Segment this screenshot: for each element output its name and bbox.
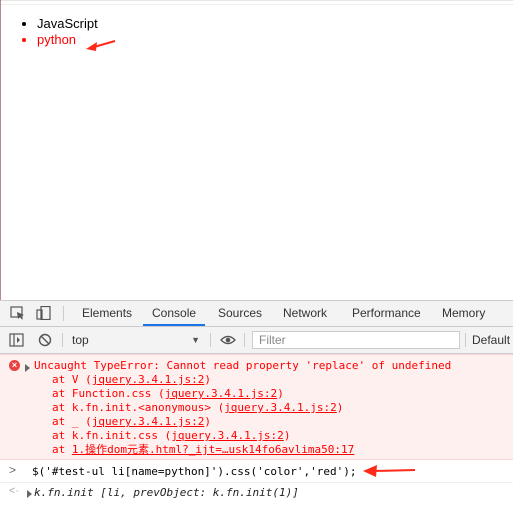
top-accent	[0, 1, 513, 5]
stack-frame-text: at k.fn.init.css (	[52, 429, 172, 442]
stack-frame-suffix: )	[283, 429, 291, 442]
console-result[interactable]: k.fn.init [li, prevObject: k.fn.init(1)]	[34, 486, 299, 500]
tab-separator	[63, 306, 64, 321]
stack-frame-link[interactable]: jquery.3.4.1.js:2	[171, 429, 284, 442]
console-output: × Uncaught TypeError: Cannot read proper…	[0, 354, 513, 506]
filter-input[interactable]: Filter	[252, 331, 460, 349]
tab-memory[interactable]: Memory	[442, 301, 485, 326]
stack-frame-link[interactable]: 1.操作dom元素.html?_ijt=…usk14fo6avlima50:17	[72, 443, 354, 456]
stack-frame: at Function.css (jquery.3.4.1.js:2)	[52, 387, 284, 401]
expand-triangle-icon[interactable]	[27, 490, 32, 498]
console-toolbar: top ▼ Filter Default	[0, 327, 513, 354]
toolbar-separator	[244, 333, 245, 347]
page-content: JavaScript python	[0, 16, 513, 298]
stack-frame-link[interactable]: jquery.3.4.1.js:2	[165, 387, 278, 400]
stack-frame-link[interactable]: jquery.3.4.1.js:2	[92, 415, 205, 428]
stack-frame-link[interactable]: jquery.3.4.1.js:2	[92, 373, 205, 386]
console-result-row: <· k.fn.init [li, prevObject: k.fn.init(…	[0, 483, 513, 503]
error-icon: ×	[9, 360, 20, 371]
error-message-block: × Uncaught TypeError: Cannot read proper…	[0, 354, 513, 460]
stack-frame: at 1.操作dom元素.html?_ijt=…usk14fo6avlima50…	[52, 443, 354, 457]
prompt-chevron-icon: >	[9, 463, 17, 477]
stack-frame-text: at Function.css (	[52, 387, 165, 400]
tab-performance[interactable]: Performance	[352, 301, 421, 326]
tab-sources[interactable]: Sources	[218, 301, 262, 326]
toolbar-separator	[210, 333, 211, 347]
tab-console[interactable]: Console	[143, 301, 206, 326]
toolbar-separator	[465, 333, 466, 347]
devtools-panel: Elements Console Sources Network Perform…	[0, 300, 513, 506]
expand-triangle-icon[interactable]	[25, 364, 30, 372]
stack-frame: at k.fn.init.css (jquery.3.4.1.js:2)	[52, 429, 290, 443]
clear-console-icon[interactable]	[38, 333, 54, 347]
tab-elements[interactable]: Elements	[82, 301, 132, 326]
stack-frame-text: at k.fn.init.<anonymous> (	[52, 401, 225, 414]
stack-frame-suffix: )	[204, 373, 211, 386]
sidebar-toggle-icon[interactable]	[9, 333, 25, 347]
stack-frame: at _ (jquery.3.4.1.js:2)	[52, 415, 211, 429]
chevron-down-icon: ▼	[191, 335, 200, 345]
error-message: Uncaught TypeError: Cannot read property…	[34, 359, 452, 372]
stack-frame-text: at	[52, 443, 72, 456]
log-levels-select[interactable]: Default	[472, 331, 510, 349]
console-command-row: > $('#test-ul li[name=python]').css('col…	[0, 460, 513, 483]
context-value: top	[72, 333, 89, 347]
device-toolbar-icon[interactable]	[36, 306, 52, 320]
stack-frame: at k.fn.init.<anonymous> (jquery.3.4.1.j…	[52, 401, 343, 415]
eye-icon[interactable]	[220, 333, 236, 347]
result-arrow-icon: <·	[9, 485, 20, 497]
toolbar-separator	[62, 333, 63, 347]
stack-frame-suffix: )	[204, 415, 211, 428]
stack-frame-text: at _ (	[52, 415, 92, 428]
stack-frame: at V (jquery.3.4.1.js:2)	[52, 373, 211, 387]
annotation-arrow-icon	[86, 40, 116, 51]
tab-network[interactable]: Network	[283, 301, 327, 326]
devtools-tabbar: Elements Console Sources Network Perform…	[0, 301, 513, 327]
annotation-arrow-icon	[363, 465, 416, 477]
stack-frame-suffix: )	[277, 387, 284, 400]
stack-frame-text: at V (	[52, 373, 92, 386]
console-command[interactable]: $('#test-ul li[name=python]').css('color…	[32, 465, 357, 479]
test-ul: JavaScript python	[0, 16, 513, 48]
inspect-element-icon[interactable]	[10, 306, 26, 320]
list-item-javascript: JavaScript	[37, 16, 513, 32]
browser-top-edge	[0, 0, 513, 5]
context-select[interactable]: top ▼	[64, 331, 204, 349]
stack-frame-link[interactable]: jquery.3.4.1.js:2	[224, 401, 337, 414]
stack-frame-suffix: )	[336, 401, 344, 414]
